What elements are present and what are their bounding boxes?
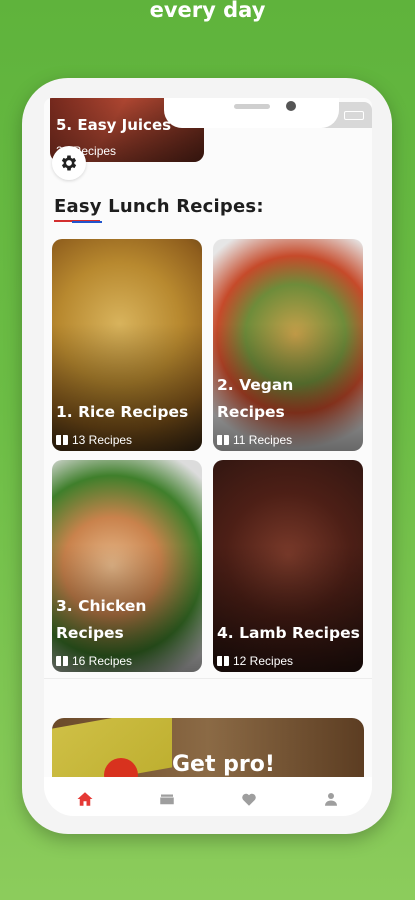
card-count: 11 Recipes	[217, 433, 292, 447]
book-icon	[56, 656, 68, 666]
card-count: 12 Recipes	[217, 654, 293, 668]
nav-item-favorites[interactable]	[208, 777, 290, 816]
battery-icon	[344, 110, 364, 120]
section-title: Easy Lunch Recipes:	[54, 196, 264, 217]
gear-icon	[61, 155, 77, 171]
wallet-icon	[160, 794, 174, 805]
card-title: 1. Rice Recipes	[56, 403, 189, 421]
nav-item-profile[interactable]	[290, 777, 372, 816]
card-title: 4. Lamb Recipes	[217, 624, 360, 642]
card-count: 13 Recipes	[56, 433, 132, 447]
card-count-label: 16 Recipes	[72, 654, 133, 668]
card-title: 5. Easy Juices	[56, 116, 172, 134]
card-count-label: 12 Recipes	[233, 654, 294, 668]
book-icon	[217, 435, 229, 445]
nav-item-home[interactable]	[44, 777, 126, 816]
book-icon	[217, 656, 229, 666]
card-title: 2. Vegan Recipes	[217, 376, 294, 421]
heart-icon	[242, 793, 256, 806]
category-card-chicken[interactable]: 3. Chicken Recipes 16 Recipes	[52, 460, 202, 672]
title-underline-accent	[72, 221, 102, 223]
speaker-grille	[234, 104, 270, 109]
promo-caption: every day	[149, 0, 266, 22]
card-count: 16 Recipes	[56, 654, 132, 668]
nav-item-wallet[interactable]	[126, 777, 208, 816]
settings-button[interactable]	[52, 146, 86, 180]
phone-notch	[164, 98, 339, 128]
card-title: 3. Chicken Recipes	[56, 597, 147, 642]
card-count-label: 11 Recipes	[233, 433, 293, 447]
bottom-navigation	[44, 777, 372, 816]
home-icon	[77, 792, 93, 806]
get-pro-label: Get pro!	[172, 752, 275, 777]
book-icon	[56, 435, 68, 445]
category-card-lamb[interactable]: 4. Lamb Recipes 12 Recipes	[213, 460, 363, 672]
app-screen: 5. Easy Juices 20 Recipes Easy Lunch Rec…	[44, 98, 372, 816]
category-card-vegan[interactable]: 2. Vegan Recipes 11 Recipes	[213, 239, 363, 451]
front-camera	[286, 101, 296, 111]
card-count-label: 13 Recipes	[72, 433, 133, 447]
category-card-rice[interactable]: 1. Rice Recipes 13 Recipes	[52, 239, 202, 451]
section-divider	[44, 678, 372, 679]
person-icon	[325, 793, 337, 806]
